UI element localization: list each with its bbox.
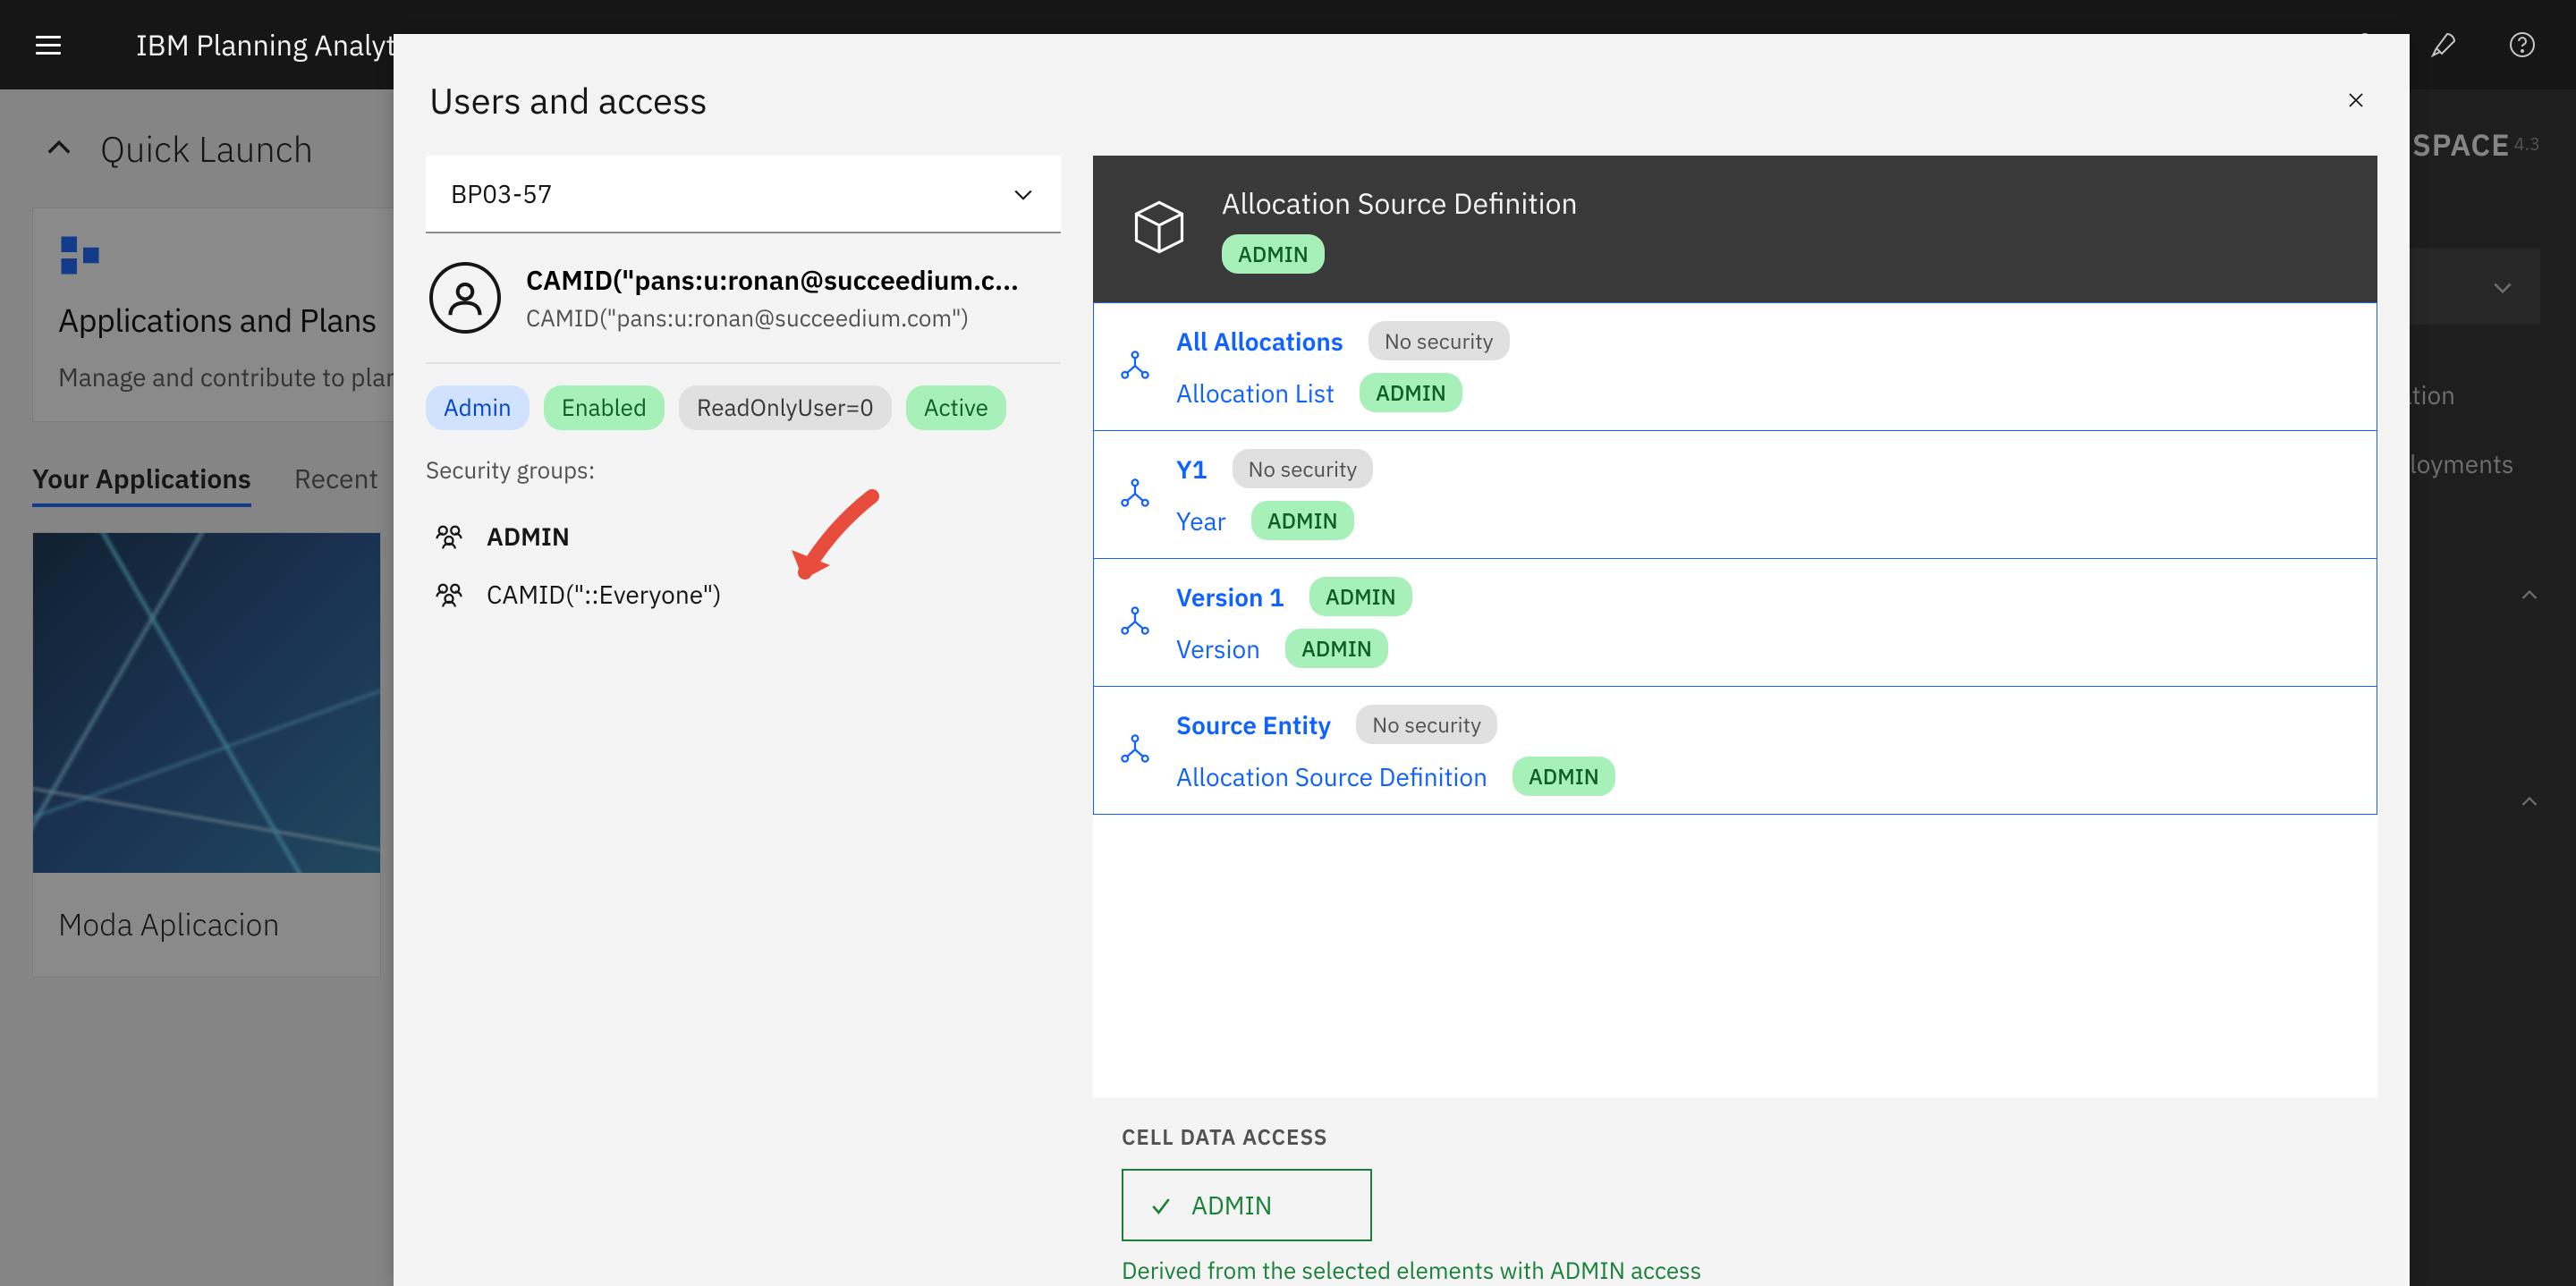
security-badge: No security — [1233, 449, 1374, 488]
cube-title: Allocation Source Definition — [1222, 184, 1578, 222]
annotation-arrow-icon — [769, 483, 894, 608]
cube-header: Allocation Source Definition ADMIN — [1093, 156, 2377, 302]
dimension-name-link[interactable]: Allocation Source Definition — [1176, 760, 1487, 793]
derived-access-text: Derived from the selected elements with … — [1122, 1256, 2349, 1286]
dimension-name-link[interactable]: Version — [1176, 632, 1260, 665]
chevron-down-icon — [1011, 182, 1036, 207]
hierarchy-icon — [1119, 605, 1151, 641]
dimension-row: Y1 No security Year ADMIN — [1093, 431, 2377, 559]
dimension-element-link[interactable]: Source Entity — [1176, 708, 1331, 741]
user-camid-secondary: CAMID("pans:u:ronan@succeedium.com") — [526, 303, 1019, 334]
rocket-icon[interactable] — [2426, 27, 2462, 63]
modal-title: Users and access — [429, 77, 708, 123]
group-name: CAMID("::Everyone") — [487, 578, 722, 611]
cell-access-value-box: ADMIN — [1122, 1169, 1372, 1241]
dimension-name-link[interactable]: Allocation List — [1176, 376, 1335, 410]
security-groups-label: Security groups: — [426, 455, 1061, 486]
group-name: ADMIN — [487, 520, 570, 553]
user-status-pills: Admin Enabled ReadOnlyUser=0 Active — [426, 385, 1061, 430]
security-badge: ADMIN — [1285, 629, 1388, 668]
help-icon[interactable] — [2504, 27, 2540, 63]
checkmark-icon — [1148, 1193, 1174, 1218]
database-dropdown-value: BP03-57 — [451, 177, 553, 210]
user-camid-primary: CAMID("pans:u:ronan@succeedium.c... — [526, 263, 1019, 298]
database-dropdown[interactable]: BP03-57 — [426, 156, 1061, 233]
security-badge: ADMIN — [1513, 757, 1615, 796]
user-info-panel: BP03-57 CAMID("pans:u:ronan@succeedium.c… — [426, 156, 1061, 1286]
pill-active: Active — [906, 385, 1006, 430]
dimension-element-link[interactable]: Y1 — [1176, 453, 1208, 486]
group-item-everyone[interactable]: CAMID("::Everyone") — [426, 565, 1061, 623]
dimension-element-link[interactable]: Version 1 — [1176, 580, 1284, 613]
cell-data-access-section: CELL DATA ACCESS ADMIN Derived from the … — [1093, 1097, 2377, 1286]
group-icon — [433, 579, 465, 611]
hierarchy-icon — [1119, 349, 1151, 385]
hierarchy-icon — [1119, 477, 1151, 513]
security-badge: No security — [1368, 321, 1510, 360]
group-item-admin[interactable]: ADMIN — [426, 507, 1061, 565]
security-badge: ADMIN — [1360, 373, 1462, 412]
close-icon — [2343, 88, 2368, 113]
cell-access-value: ADMIN — [1191, 1189, 1272, 1222]
dimension-row: Version 1 ADMIN Version ADMIN — [1093, 559, 2377, 687]
users-access-modal: Users and access BP03-57 CAMID("pans:u:r… — [394, 34, 2410, 1286]
cube-access-badge: ADMIN — [1222, 234, 1325, 274]
dimension-row: Source Entity No security Allocation Sou… — [1093, 687, 2377, 815]
hierarchy-icon — [1119, 732, 1151, 769]
security-badge: ADMIN — [1251, 501, 1354, 540]
close-button[interactable] — [2338, 82, 2374, 118]
pill-enabled: Enabled — [544, 385, 665, 430]
pill-readonly: ReadOnlyUser=0 — [679, 385, 892, 430]
dimension-name-link[interactable]: Year — [1176, 504, 1226, 537]
security-badge: No security — [1356, 705, 1497, 744]
menu-icon[interactable] — [36, 27, 72, 63]
group-icon — [433, 520, 465, 553]
brand-title: IBM Planning Analytics — [136, 26, 431, 63]
pill-admin: Admin — [426, 385, 530, 430]
user-identity-block: CAMID("pans:u:ronan@succeedium.c... CAMI… — [426, 262, 1061, 364]
cell-data-access-label: CELL DATA ACCESS — [1122, 1122, 2349, 1151]
user-avatar-icon — [429, 262, 501, 334]
cube-access-panel: Allocation Source Definition ADMIN All A… — [1093, 156, 2377, 1286]
security-badge: ADMIN — [1309, 577, 1412, 616]
cube-icon — [1129, 197, 1190, 262]
dimensions-list: All Allocations No security Allocation L… — [1093, 302, 2377, 1097]
dimension-element-link[interactable]: All Allocations — [1176, 325, 1343, 358]
dimension-row: All Allocations No security Allocation L… — [1093, 302, 2377, 431]
